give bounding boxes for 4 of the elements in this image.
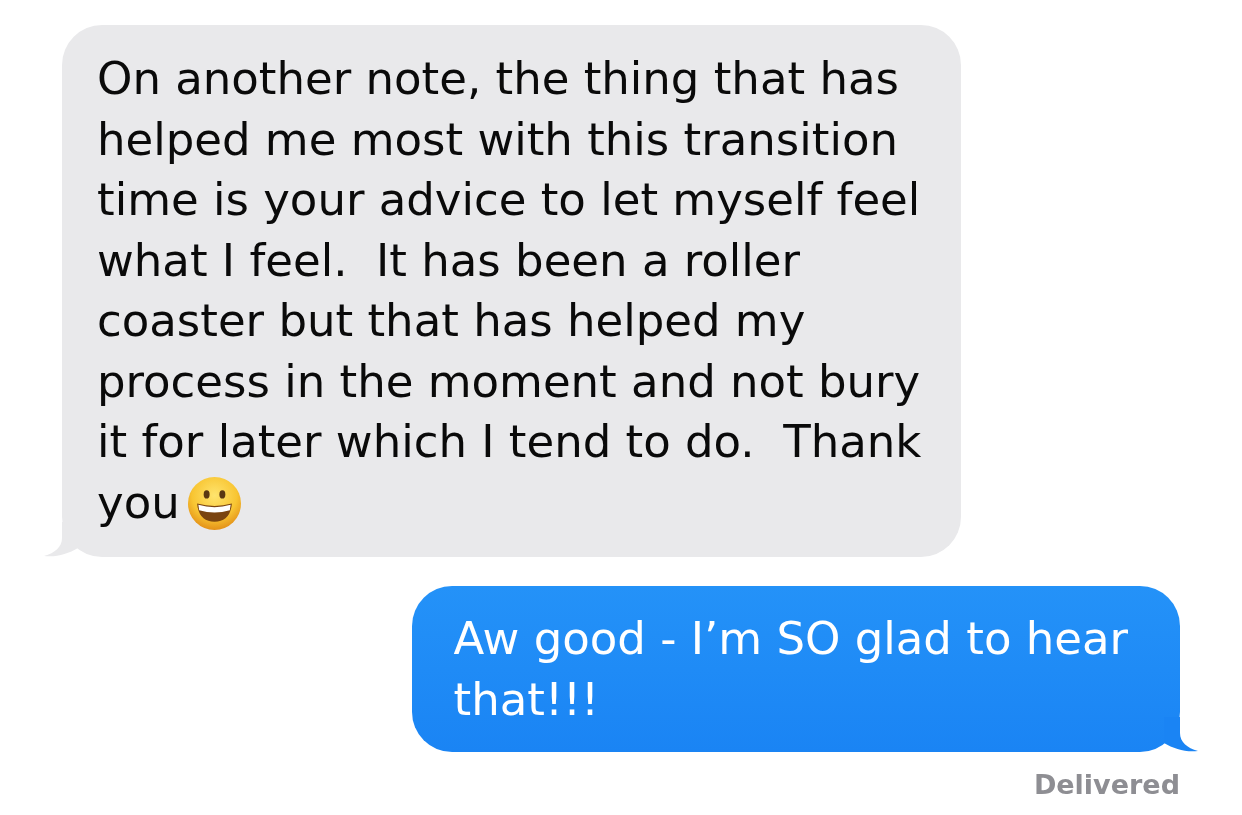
bubble-tail-icon [1163,717,1199,752]
message-text: Aw good - I’m SO glad to hear that!!! [453,612,1128,726]
delivery-status: Delivered [1033,769,1180,801]
message-text: On another note, the thing that has helped me most with this transition time is your advice to let myself feel what I feel. It has been a roller coaster but that has helped my process in the moment and not bury it for later which I tend to do. Thank you [97,52,922,529]
